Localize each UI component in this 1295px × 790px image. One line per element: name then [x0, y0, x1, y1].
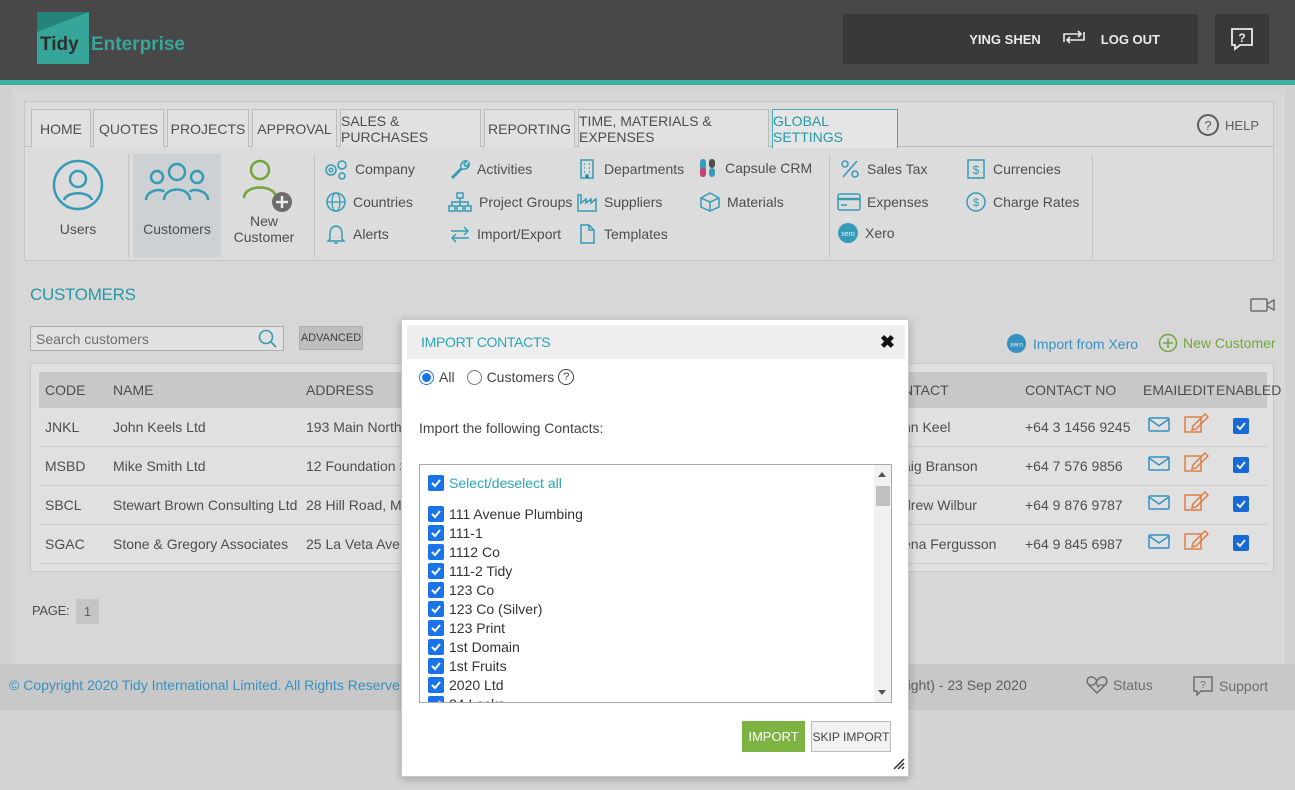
contacts-list[interactable]: Select/deselect all 111 Avenue Plumbing 1… [419, 464, 892, 703]
list-scrollbar[interactable] [874, 465, 891, 702]
list-item[interactable]: 2020 Ltd [428, 676, 504, 694]
skip-import-button[interactable]: SKIP IMPORT [811, 721, 891, 752]
radio-customers[interactable] [466, 369, 482, 385]
checkbox[interactable] [428, 544, 444, 560]
select-all-item[interactable]: Select/deselect all [428, 474, 562, 492]
checkbox[interactable] [428, 582, 444, 598]
list-item[interactable]: 1st Fruits [428, 657, 507, 675]
list-item[interactable]: 1st Domain [428, 638, 520, 656]
checkbox[interactable] [428, 639, 444, 655]
list-item[interactable]: 111-1 [428, 524, 483, 542]
list-item[interactable]: 111 Avenue Plumbing [428, 505, 583, 523]
scroll-down-icon[interactable] [878, 690, 886, 695]
list-item[interactable]: 123 Print [428, 619, 505, 637]
scroll-up-icon[interactable] [878, 472, 886, 477]
checkbox[interactable] [428, 506, 444, 522]
import-label: Import the following Contacts: [419, 420, 604, 436]
dialog-title: IMPORT CONTACTS [421, 334, 551, 350]
checkbox[interactable] [428, 601, 444, 617]
radio-all[interactable] [419, 369, 434, 385]
checkbox[interactable] [428, 525, 444, 541]
scroll-thumb[interactable] [876, 486, 890, 506]
checkbox[interactable] [428, 563, 444, 579]
list-item[interactable]: 24 Locks [428, 695, 505, 702]
list-item[interactable]: 123 Co (Silver) [428, 600, 542, 618]
resize-handle-icon[interactable] [891, 756, 905, 773]
question-circle-icon[interactable]: ? [558, 369, 575, 385]
checkbox[interactable] [428, 658, 444, 674]
import-button[interactable]: IMPORT [742, 721, 805, 752]
checkbox[interactable] [428, 696, 444, 702]
checkbox[interactable] [428, 677, 444, 693]
dialog-header: IMPORT CONTACTS ✖ [407, 325, 905, 359]
checkbox[interactable] [428, 620, 444, 636]
filter-radios: All Customers ? [419, 369, 575, 385]
close-icon[interactable]: ✖ [880, 333, 895, 351]
list-item[interactable]: 111-2 Tidy [428, 562, 512, 580]
list-item[interactable]: 123 Co [428, 581, 494, 599]
checkbox[interactable] [428, 475, 444, 491]
list-item[interactable]: 1112 Co [428, 543, 500, 561]
import-contacts-dialog: IMPORT CONTACTS ✖ All Customers ? Import… [401, 319, 909, 777]
